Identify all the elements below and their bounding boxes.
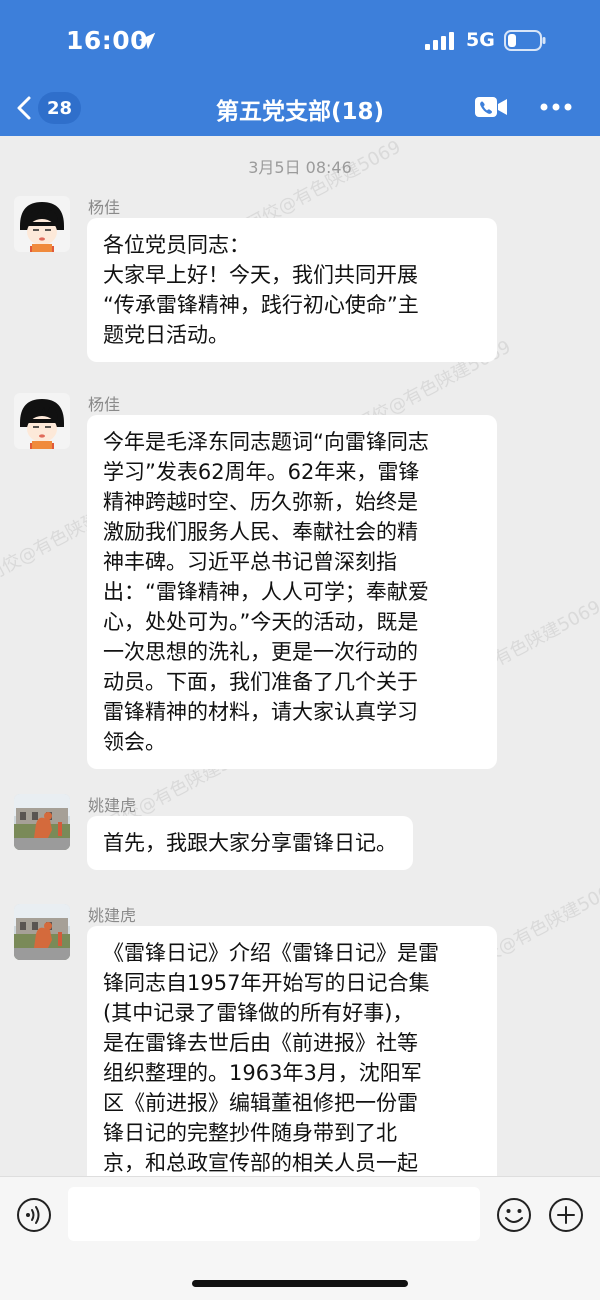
avatar-cartoon-girl-icon xyxy=(14,196,70,252)
battery-icon xyxy=(504,30,546,51)
header-bar: 16:00 5G 28 第五党支部(18) xyxy=(0,0,600,136)
location-arrow-icon xyxy=(138,32,156,50)
sender-name: 杨佳 xyxy=(88,395,121,414)
message-bubble[interactable]: 今年是毛泽东同志题词“向雷锋同志 学习”发表62周年。62年来，雷锋 精神跨越时… xyxy=(87,415,497,769)
avatar[interactable] xyxy=(14,904,70,960)
home-indicator xyxy=(192,1280,408,1287)
avatar-photo-icon xyxy=(14,794,70,850)
message-input[interactable] xyxy=(68,1187,480,1241)
status-bar: 16:00 5G xyxy=(0,0,600,80)
add-attachment-icon[interactable] xyxy=(548,1197,584,1233)
more-options-icon[interactable] xyxy=(540,102,572,112)
emoji-icon[interactable] xyxy=(496,1197,532,1233)
sender-name: 杨佳 xyxy=(88,198,121,217)
network-type: 5G xyxy=(466,29,495,51)
avatar-photo-icon xyxy=(14,904,70,960)
message-bubble[interactable]: 《雷锋日记》介绍《雷锋日记》是雷 锋同志自1957年开始写的日记合集 (其中记录… xyxy=(87,926,497,1176)
avatar[interactable] xyxy=(14,196,70,252)
chat-area[interactable]: 张珂佼@有色陕建5069 张珂佼@有色陕建5069 张珂佼@有色陕建5069 张… xyxy=(0,136,600,1176)
message-bubble[interactable]: 首先，我跟大家分享雷锋日记。 xyxy=(87,816,413,870)
cellular-signal-icon xyxy=(425,32,454,50)
sender-name: 姚建虎 xyxy=(88,796,137,815)
nav-bar: 28 第五党支部(18) xyxy=(0,80,600,136)
avatar[interactable] xyxy=(14,794,70,850)
sender-name: 姚建虎 xyxy=(88,906,137,925)
video-call-icon[interactable] xyxy=(474,95,508,119)
message-bubble[interactable]: 各位党员同志： 大家早上好！今天，我们共同开展 “传承雷锋精神，践行初心使命”主… xyxy=(87,218,497,362)
avatar[interactable] xyxy=(14,393,70,449)
chat-title: 第五党支部(18) xyxy=(215,99,385,125)
voice-input-icon[interactable] xyxy=(16,1197,52,1233)
chat-timestamp: 3月5日 08:46 xyxy=(248,158,352,177)
avatar-cartoon-girl-icon xyxy=(14,393,70,449)
